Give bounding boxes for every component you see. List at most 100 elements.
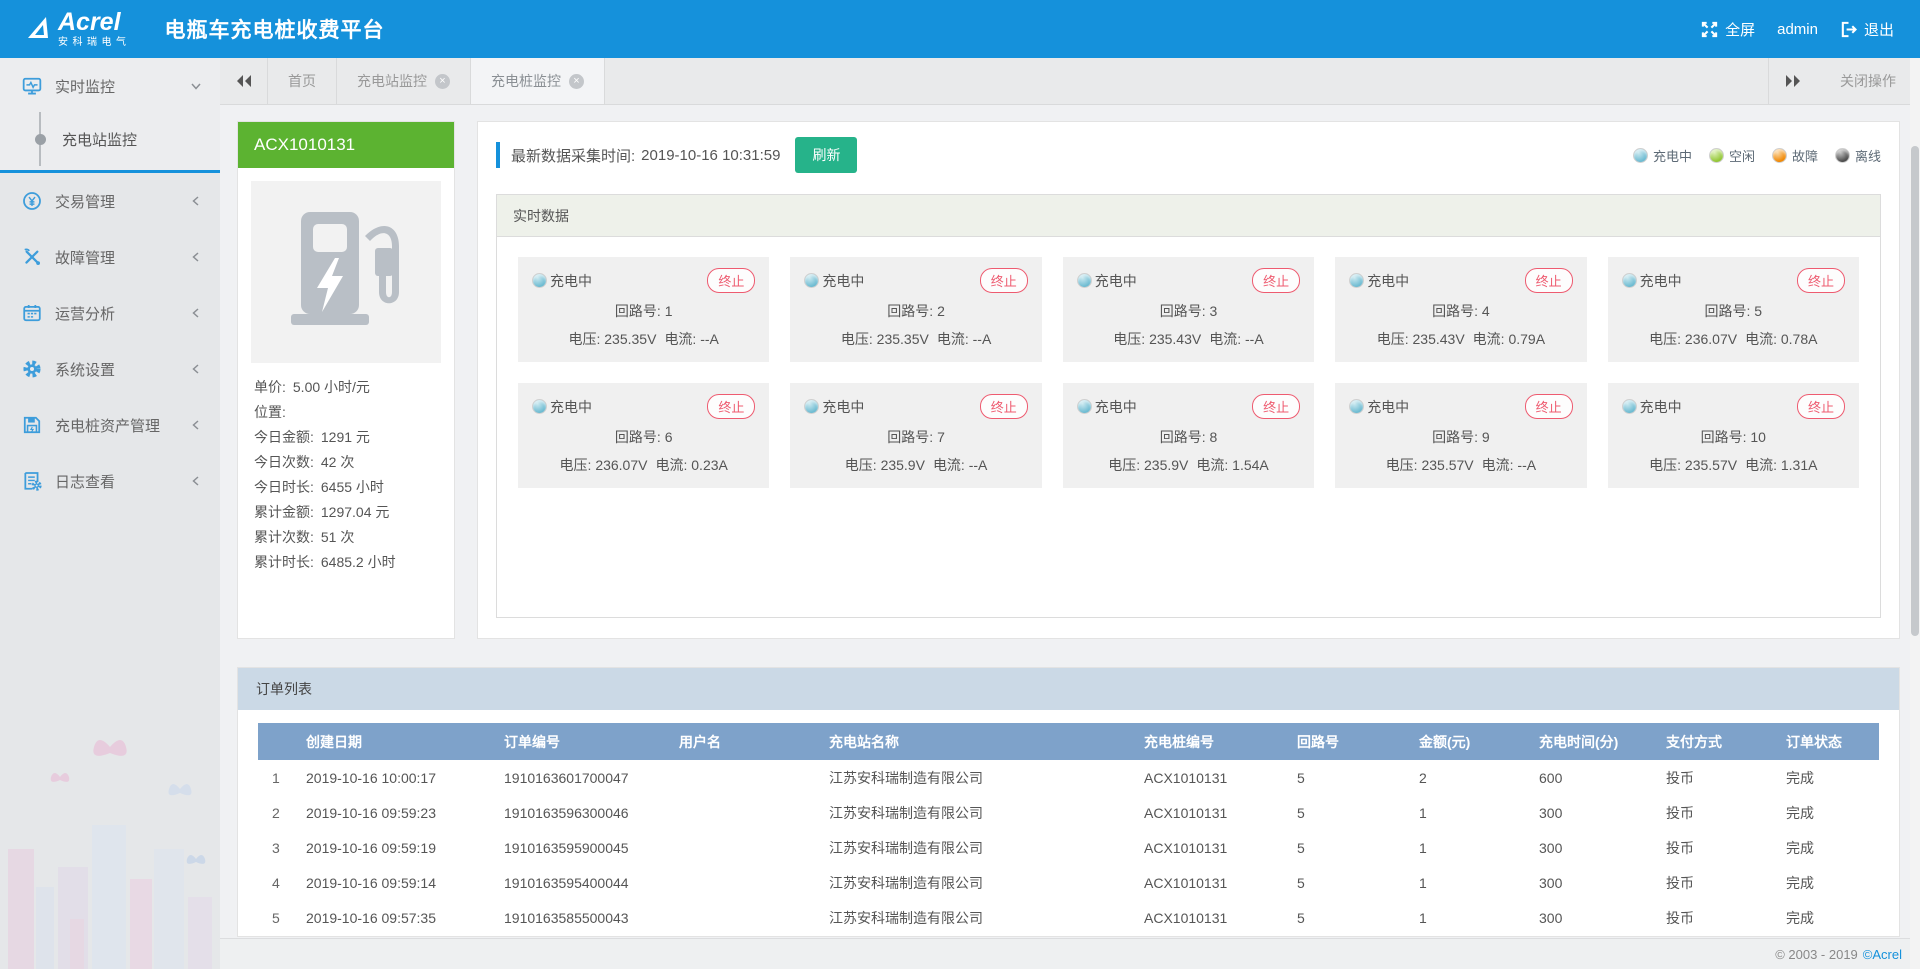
table-cell — [673, 865, 823, 900]
calendar-icon — [22, 303, 42, 323]
circuit-number-line: 回路号: 1 — [532, 301, 755, 321]
content-area: ACX1010131 — [220, 105, 1920, 938]
logout-button[interactable]: 退出 — [1840, 19, 1894, 40]
circuit-card: 充电中终止回路号: 8电压: 235.9V电流: 1.54A — [1063, 383, 1314, 488]
terminate-button[interactable]: 终止 — [707, 268, 755, 293]
sidebar-group-transaction-mgmt: 交易管理 — [0, 173, 220, 229]
terminate-button[interactable]: 终止 — [1797, 268, 1845, 293]
sidebar-item-label: 系统设置 — [55, 359, 190, 380]
scrollbar-thumb[interactable] — [1911, 146, 1919, 636]
table-cell: 1910163585500043 — [498, 900, 673, 935]
chevron-down-icon — [190, 80, 202, 92]
circuit-number-line: 回路号: 2 — [804, 301, 1027, 321]
device-image-panel — [251, 181, 441, 363]
fullscreen-button[interactable]: 全屏 — [1701, 19, 1755, 40]
sidebar-item-operation-analysis[interactable]: 运营分析 — [0, 285, 220, 341]
column-header: 订单编号 — [498, 723, 673, 760]
tab-pile-monitor[interactable]: 充电桩监控× — [471, 58, 605, 104]
table-cell: 5 — [1291, 900, 1413, 935]
tab-close-icon[interactable]: × — [569, 74, 584, 89]
charging-status-dot — [532, 273, 547, 288]
charging-status-dot — [804, 399, 819, 414]
table-cell — [673, 795, 823, 830]
table-row: 32019-10-16 09:59:191910163595900045江苏安科… — [258, 830, 1879, 865]
tab-close-icon[interactable]: × — [435, 74, 450, 89]
circuit-number: 9 — [1482, 429, 1490, 445]
chevron-left-icon — [190, 251, 202, 263]
terminate-button[interactable]: 终止 — [980, 268, 1028, 293]
table-row: 12019-10-16 10:00:171910163601700047江苏安科… — [258, 760, 1879, 795]
latest-data-label: 最新数据采集时间: — [511, 145, 635, 166]
voltage-value: 236.07V — [1685, 331, 1737, 347]
terminate-button[interactable]: 终止 — [1252, 268, 1300, 293]
table-cell: 300 — [1533, 795, 1660, 830]
table-cell: 1910163595900045 — [498, 830, 673, 865]
table-cell: 2019-10-16 09:57:35 — [300, 900, 498, 935]
tab-station-monitor[interactable]: 充电站监控 × — [337, 58, 471, 104]
sidebar-item-realtime-monitor[interactable]: 实时监控 — [0, 58, 220, 114]
table-cell — [673, 760, 823, 795]
tab-label: 充电站监控 — [357, 71, 427, 91]
column-header: 充电桩编号 — [1138, 723, 1291, 760]
column-header: 用户名 — [673, 723, 823, 760]
user-menu[interactable]: admin — [1777, 21, 1818, 38]
table-cell: 江苏安科瑞制造有限公司 — [823, 900, 1138, 935]
circuit-number: 10 — [1750, 429, 1766, 445]
tab-home[interactable]: 首页 — [268, 58, 337, 104]
current-value: 0.78A — [1781, 331, 1818, 347]
realtime-data-panel: 实时数据 充电中终止回路号: 1电压: 235.35V电流: --A充电中终止回… — [496, 194, 1881, 618]
footer: © 2003 - 2019 ©Acrel — [220, 938, 1920, 969]
sidebar-subitem-station-monitor[interactable]: 充电站监控 — [0, 114, 220, 164]
table-cell: 300 — [1533, 830, 1660, 865]
column-header: 充电站名称 — [823, 723, 1138, 760]
circuit-number-label: 回路号: — [1160, 429, 1206, 445]
sidebar-item-transaction-mgmt[interactable]: 交易管理 — [0, 173, 220, 229]
table-cell: 600 — [1533, 760, 1660, 795]
terminate-button[interactable]: 终止 — [980, 394, 1028, 419]
circuit-number: 8 — [1209, 429, 1217, 445]
current-value: 0.23A — [691, 457, 728, 473]
voltage-value: 235.35V — [877, 331, 929, 347]
legend-label: 充电中 — [1653, 146, 1692, 165]
sidebar-subitem-label: 充电站监控 — [62, 129, 137, 150]
table-cell: 江苏安科瑞制造有限公司 — [823, 760, 1138, 795]
orders-panel: 订单列表 创建日期订单编号用户名充电站名称充电桩编号回路号金额(元)充电时间(分… — [237, 667, 1900, 937]
tabs-scroll-right-button[interactable] — [1768, 58, 1816, 104]
current-value: --A — [1517, 457, 1536, 473]
terminate-button[interactable]: 终止 — [1525, 394, 1573, 419]
sidebar-item-fault-mgmt[interactable]: 故障管理 — [0, 229, 220, 285]
legend-status-dot — [1633, 148, 1648, 163]
voltage-label: 电压: — [1377, 331, 1409, 347]
column-header: 订单状态 — [1780, 723, 1879, 760]
table-cell: 2019-10-16 10:00:17 — [300, 760, 498, 795]
device-stat-line: 单价:5.00 小时/元 — [254, 375, 438, 400]
close-operations-button[interactable]: 关闭操作 — [1816, 58, 1920, 104]
circuit-card: 充电中终止回路号: 2电压: 235.35V电流: --A — [790, 257, 1041, 362]
current-value: --A — [700, 331, 719, 347]
table-cell: 2019-10-16 09:59:19 — [300, 830, 498, 865]
circuit-number-line: 回路号: 9 — [1349, 427, 1572, 447]
current-label: 电流: — [1473, 331, 1505, 347]
terminate-button[interactable]: 终止 — [1797, 394, 1845, 419]
brand-link[interactable]: ©Acrel — [1863, 947, 1902, 962]
refresh-button[interactable]: 刷新 — [795, 137, 857, 173]
sidebar-item-pile-asset-mgmt[interactable]: 充电桩资产管理 — [0, 397, 220, 453]
table-cell: 2019-10-16 09:59:23 — [300, 795, 498, 830]
scrollbar-track[interactable] — [1910, 58, 1920, 969]
terminate-button[interactable]: 终止 — [1525, 268, 1573, 293]
chevron-left-icon — [190, 195, 202, 207]
circuit-status: 充电中 — [1349, 397, 1409, 417]
terminate-button[interactable]: 终止 — [1252, 394, 1300, 419]
table-cell: ACX1010131 — [1138, 865, 1291, 900]
sidebar-item-label: 日志查看 — [55, 471, 190, 492]
current-label: 电流: — [937, 331, 969, 347]
sidebar-item-system-settings[interactable]: 系统设置 — [0, 341, 220, 397]
voltage-value: 235.35V — [604, 331, 656, 347]
sidebar-item-log-view[interactable]: 日志查看 — [0, 453, 220, 509]
circuit-number-label: 回路号: — [887, 303, 933, 319]
orders-title: 订单列表 — [238, 668, 1899, 710]
current-value: --A — [1245, 331, 1264, 347]
table-cell: 江苏安科瑞制造有限公司 — [823, 830, 1138, 865]
terminate-button[interactable]: 终止 — [707, 394, 755, 419]
tabs-scroll-left-button[interactable] — [220, 58, 268, 104]
